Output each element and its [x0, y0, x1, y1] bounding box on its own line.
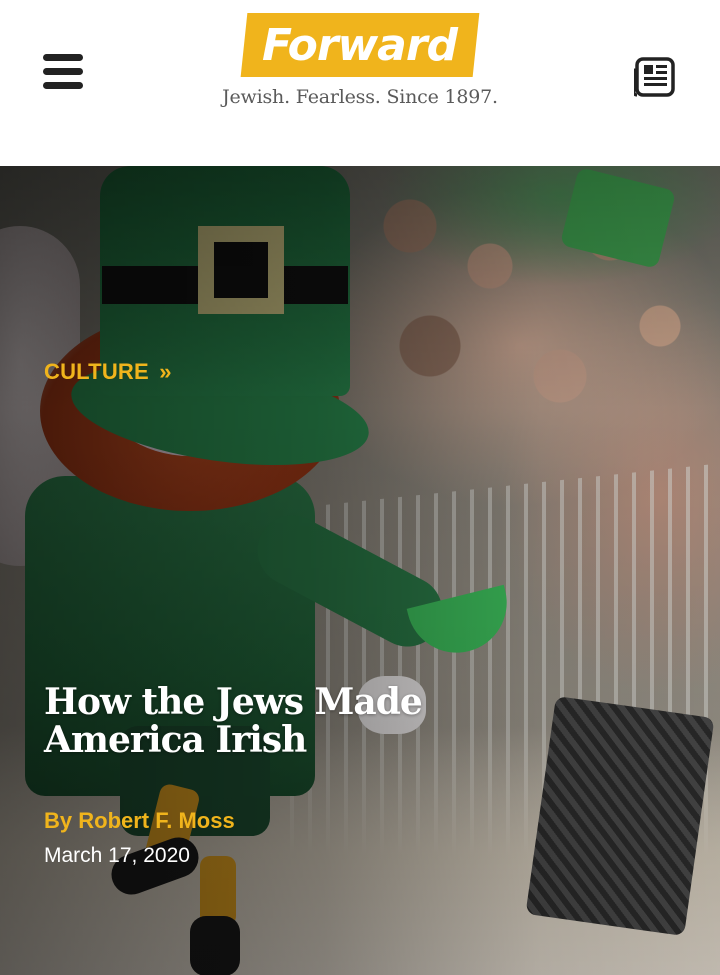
category-label: CULTURE	[44, 359, 149, 384]
chevron-right-icon: »	[159, 359, 172, 384]
publish-date: March 17, 2020	[44, 844, 190, 867]
article-title-line: America Irish	[44, 719, 307, 761]
category-link[interactable]: CULTURE »	[44, 359, 172, 385]
byline-prefix: By	[44, 808, 73, 833]
article-title[interactable]: How the Jews Made America Irish	[44, 683, 504, 759]
site-tagline: Jewish. Fearless. Since 1897.	[222, 86, 498, 108]
site-logo[interactable]: Forward	[240, 13, 480, 77]
newspaper-icon[interactable]	[632, 56, 678, 98]
article-hero[interactable]: CULTURE » How the Jews Made America Iris…	[0, 166, 720, 975]
menu-bar	[43, 68, 83, 75]
author-link[interactable]: Robert F. Moss	[78, 808, 234, 833]
logo-wordmark: Forward	[262, 19, 458, 71]
menu-bar	[43, 54, 83, 61]
byline: By Robert F. Moss	[44, 808, 235, 834]
article-title-line: How the Jews Made	[44, 681, 423, 723]
site-header: Forward Jewish. Fearless. Since 1897.	[0, 0, 720, 166]
hamburger-menu-icon[interactable]	[43, 54, 83, 90]
